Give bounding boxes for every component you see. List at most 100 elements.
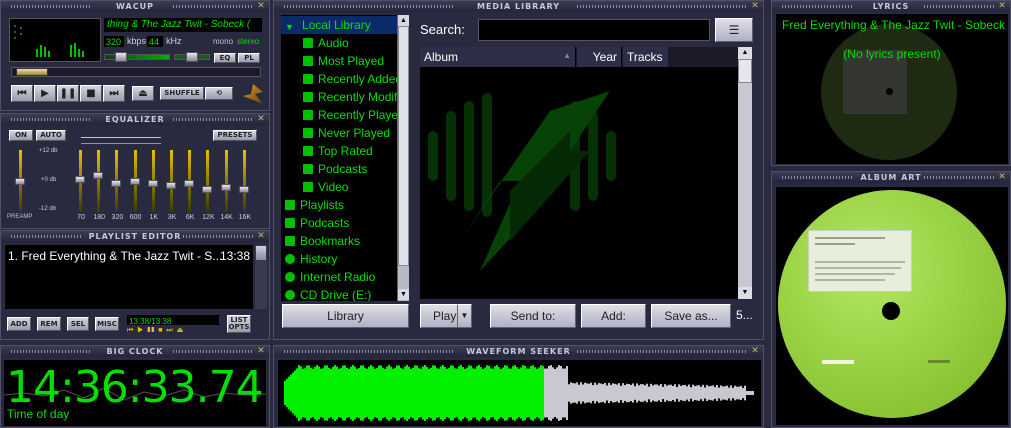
- tree-item[interactable]: Podcasts: [281, 214, 397, 232]
- eq-auto-button[interactable]: AUTO: [36, 130, 66, 141]
- eq-toggle-button[interactable]: EQ: [214, 53, 236, 63]
- close-icon[interactable]: ✕: [751, 2, 760, 11]
- eq-band-slider-320[interactable]: [111, 150, 123, 212]
- tree-item[interactable]: Recently Modified: [281, 88, 397, 106]
- eject-button[interactable]: ⏏: [132, 86, 154, 101]
- eq-band-slider-12k[interactable]: [202, 150, 214, 212]
- next-button[interactable]: ⏭: [103, 85, 125, 102]
- tree-item[interactable]: Internet Radio: [281, 268, 397, 286]
- playlist-list[interactable]: 1. Fred Everything & The Jazz Twit - S..…: [5, 245, 253, 309]
- tree-item[interactable]: Most Played: [281, 52, 397, 70]
- add-button[interactable]: Add:: [581, 304, 646, 328]
- playlist-titlebar[interactable]: PLAYLIST EDITOR ✕: [1, 231, 269, 242]
- volume-slider[interactable]: [104, 52, 170, 62]
- album-art-titlebar[interactable]: ALBUM ART ✕: [772, 172, 1010, 183]
- tree-item[interactable]: ▼ Local Library: [281, 16, 397, 34]
- close-icon[interactable]: ✕: [257, 115, 266, 124]
- previous-button[interactable]: ⏮: [11, 85, 33, 102]
- library-tree-scrollbar[interactable]: ▲ ▼: [397, 15, 409, 301]
- close-icon[interactable]: ✕: [998, 173, 1007, 182]
- tree-item[interactable]: Never Played: [281, 124, 397, 142]
- repeat-button[interactable]: ⟲: [205, 87, 233, 100]
- eq-band-knob[interactable]: [166, 182, 176, 189]
- column-header-year[interactable]: Year: [577, 47, 622, 67]
- menu-button[interactable]: ☰: [715, 18, 753, 42]
- eq-band-knob[interactable]: [238, 186, 249, 193]
- stop-button[interactable]: ■: [80, 85, 102, 102]
- eq-on-button[interactable]: ON: [9, 130, 33, 141]
- eq-band-slider-16k[interactable]: [238, 150, 251, 212]
- balance-slider[interactable]: [174, 52, 210, 62]
- eq-presets-button[interactable]: PRESETS: [213, 130, 257, 141]
- tree-item[interactable]: CD Drive (E:): [281, 286, 397, 301]
- playlist-rem-button[interactable]: REM: [37, 317, 61, 331]
- pause-button[interactable]: ❚❚: [57, 85, 79, 102]
- eq-band-knob[interactable]: [129, 178, 140, 185]
- playlist-scrollbar[interactable]: [255, 245, 267, 309]
- eq-band-slider-3k[interactable]: [166, 150, 178, 212]
- eq-band-knob[interactable]: [220, 184, 231, 191]
- library-button[interactable]: Library: [282, 304, 409, 328]
- eq-band-knob[interactable]: [202, 186, 213, 193]
- lyrics-display[interactable]: Fred Everything & The Jazz Twit - Sobeck…: [776, 14, 1008, 164]
- eq-band-knob[interactable]: [147, 180, 158, 187]
- album-art-display[interactable]: [776, 187, 1008, 425]
- tree-item[interactable]: Playlists: [281, 196, 397, 214]
- eq-band-slider-6k[interactable]: [184, 150, 196, 212]
- eq-band-slider-180[interactable]: [93, 150, 105, 212]
- send-to-button[interactable]: Send to:: [490, 304, 576, 328]
- waveform-display[interactable]: [278, 360, 761, 426]
- tree-item[interactable]: Recently Added: [281, 70, 397, 88]
- tree-item[interactable]: Audio: [281, 34, 397, 52]
- playlist-mini-controls[interactable]: ⏮ ▶ ❚❚ ■ ⏭ ⏏: [127, 327, 219, 335]
- preamp-knob[interactable]: [15, 178, 25, 185]
- tree-item[interactable]: Recently Played: [281, 106, 397, 124]
- tree-item[interactable]: Top Rated: [281, 142, 397, 160]
- seek-knob[interactable]: [16, 68, 48, 76]
- column-header-album[interactable]: Album ▲: [420, 47, 576, 67]
- playlist-item[interactable]: 1. Fred Everything & The Jazz Twit - S..…: [8, 249, 250, 265]
- eq-band-knob[interactable]: [111, 180, 122, 187]
- seek-bar[interactable]: [11, 67, 261, 77]
- eq-band-slider-70[interactable]: [75, 150, 87, 212]
- wacup-logo-icon[interactable]: [243, 84, 263, 104]
- eq-band-knob[interactable]: [184, 180, 195, 187]
- tree-item[interactable]: Bookmarks: [281, 232, 397, 250]
- eq-band-slider-600[interactable]: [129, 150, 142, 212]
- playlist-misc-button[interactable]: MISC: [95, 317, 119, 331]
- close-icon[interactable]: ✕: [751, 347, 760, 356]
- close-icon[interactable]: ✕: [257, 347, 266, 356]
- balance-knob[interactable]: [186, 52, 198, 62]
- song-ticker[interactable]: thing & The Jazz Twit - Sobeck (: [104, 18, 262, 32]
- eq-band-slider-14k[interactable]: [220, 150, 233, 212]
- volume-knob[interactable]: [115, 52, 127, 62]
- visualizer-display[interactable]: [9, 18, 101, 62]
- preamp-slider[interactable]: [15, 150, 27, 212]
- column-header-tracks[interactable]: Tracks: [623, 47, 668, 67]
- shuffle-button[interactable]: SHUFFLE: [160, 87, 204, 100]
- close-icon[interactable]: ✕: [998, 2, 1007, 11]
- close-icon[interactable]: ✕: [257, 232, 266, 241]
- media-library-titlebar[interactable]: MEDIA LIBRARY ✕: [274, 1, 763, 12]
- album-list-scrollbar[interactable]: ▲ ▼: [738, 47, 752, 299]
- lyrics-titlebar[interactable]: LYRICS ✕: [772, 1, 1010, 12]
- play-button[interactable]: ▶: [34, 85, 56, 102]
- waveform-titlebar[interactable]: WAVEFORM SEEKER ✕: [274, 346, 763, 357]
- big-clock-display[interactable]: 14:36:33.74 Time of day: [4, 360, 266, 426]
- pl-toggle-button[interactable]: PL: [238, 53, 260, 63]
- library-tree[interactable]: ▼ Local Library Audio Most Played Recently A…: [281, 15, 397, 301]
- close-icon[interactable]: ✕: [257, 2, 266, 11]
- equalizer-titlebar[interactable]: EQUALIZER ✕: [1, 114, 269, 125]
- tree-item[interactable]: History: [281, 250, 397, 268]
- eq-band-slider-1k[interactable]: [147, 150, 160, 212]
- save-as-button[interactable]: Save as...: [651, 304, 731, 328]
- playlist-add-button[interactable]: ADD: [7, 317, 31, 331]
- big-clock-titlebar[interactable]: BIG CLOCK ✕: [1, 346, 269, 357]
- tree-item[interactable]: Video: [281, 178, 397, 196]
- search-input[interactable]: [478, 19, 710, 41]
- eq-band-knob[interactable]: [75, 176, 85, 183]
- playlist-sel-button[interactable]: SEL: [67, 317, 89, 331]
- main-player-titlebar[interactable]: WACUP ✕: [1, 1, 269, 12]
- eq-band-knob[interactable]: [93, 172, 104, 179]
- play-split-button[interactable]: Play ▼: [420, 304, 472, 328]
